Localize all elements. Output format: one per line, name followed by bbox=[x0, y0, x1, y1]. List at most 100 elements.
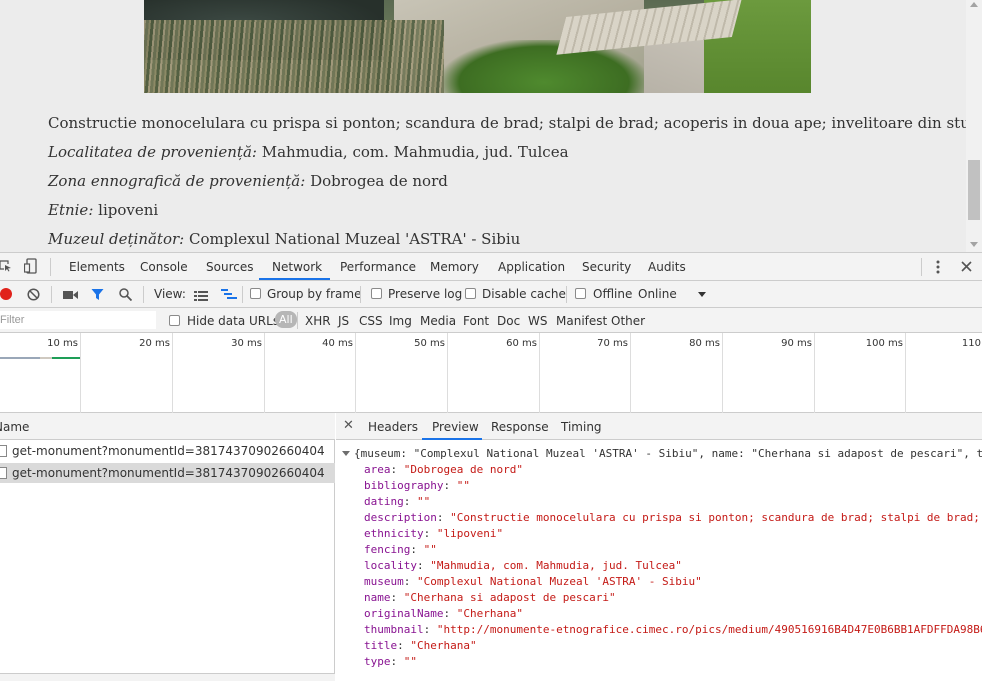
museum-line: Muzeul deținător: Complexul National Muz… bbox=[48, 230, 520, 248]
file-icon bbox=[0, 445, 7, 457]
json-colon: : bbox=[390, 655, 404, 668]
tab-sources[interactable]: Sources bbox=[206, 260, 253, 274]
json-colon: : bbox=[443, 479, 457, 492]
device-toolbar-icon[interactable] bbox=[23, 258, 38, 274]
json-property-row: type: "" bbox=[364, 655, 417, 668]
expand-triangle-icon[interactable] bbox=[342, 451, 350, 456]
json-colon: : bbox=[390, 463, 404, 476]
json-property-row: museum: "Complexul National Muzeal 'ASTR… bbox=[364, 575, 702, 588]
more-options-icon[interactable] bbox=[935, 260, 941, 274]
group-by-frame-checkbox[interactable] bbox=[250, 288, 261, 299]
inspect-element-icon[interactable] bbox=[0, 260, 12, 272]
filter-type-font[interactable]: Font bbox=[463, 314, 489, 328]
json-value: "" bbox=[456, 479, 470, 492]
disable-cache-label: Disable cache bbox=[482, 287, 566, 301]
filter-type-media[interactable]: Media bbox=[420, 314, 456, 328]
disable-cache-checkbox[interactable] bbox=[465, 288, 476, 299]
name-column-header[interactable]: Name bbox=[0, 420, 29, 434]
timeline-tick-label: 20 ms bbox=[139, 338, 170, 349]
filter-type-other[interactable]: Other bbox=[611, 314, 645, 328]
capture-screenshots-icon[interactable] bbox=[63, 289, 78, 299]
json-property-row: bibliography: "" bbox=[364, 479, 470, 492]
filter-type-all[interactable]: All bbox=[275, 311, 297, 328]
locality-value: Mahmudia, com. Mahmudia, jud. Tulcea bbox=[261, 143, 569, 161]
json-colon: : bbox=[410, 543, 424, 556]
json-property-row: locality: "Mahmudia, com. Mahmudia, jud.… bbox=[364, 559, 682, 572]
throttling-select[interactable]: Online bbox=[638, 287, 677, 301]
json-value: "Cherhana" bbox=[456, 607, 523, 620]
tab-performance[interactable]: Performance bbox=[340, 260, 416, 274]
record-icon[interactable] bbox=[0, 288, 12, 300]
json-value: "" bbox=[423, 543, 437, 556]
filter-type-js[interactable]: JS bbox=[338, 314, 349, 328]
large-rows-icon[interactable] bbox=[194, 290, 208, 301]
timeline-tick-label: 70 ms bbox=[597, 338, 628, 349]
filter-type-manifest[interactable]: Manifest bbox=[556, 314, 607, 328]
json-property-row: description: "Constructie monocelulara c… bbox=[364, 511, 980, 524]
close-devtools-icon[interactable] bbox=[961, 261, 972, 272]
json-object-summary[interactable]: {museum: "Complexul National Muzeal 'AST… bbox=[342, 447, 982, 460]
tab-security[interactable]: Security bbox=[582, 260, 631, 274]
zone-line: Zona ennografică de proveniență: Dobroge… bbox=[48, 172, 448, 190]
timeline-tick-label: 50 ms bbox=[414, 338, 445, 349]
timeline-tick-label: 40 ms bbox=[322, 338, 353, 349]
timeline-overview[interactable]: 10 ms 20 ms 30 ms 40 ms 50 ms 60 ms 70 m… bbox=[0, 333, 982, 413]
museum-label: Muzeul deținător: bbox=[48, 230, 185, 248]
filter-type-doc[interactable]: Doc bbox=[497, 314, 520, 328]
detail-tab-bar: ✕ Headers Preview Response Timing bbox=[336, 413, 982, 440]
json-value: "http://monumente-etnografice.cimec.ro/p… bbox=[436, 623, 982, 636]
filter-type-ws[interactable]: WS bbox=[528, 314, 547, 328]
request-detail-panel: ✕ Headers Preview Response Timing {museu… bbox=[336, 413, 982, 681]
json-colon: : bbox=[416, 559, 431, 572]
json-colon: : bbox=[423, 623, 437, 636]
preserve-log-checkbox[interactable] bbox=[371, 288, 382, 299]
filter-input[interactable] bbox=[0, 311, 156, 329]
tab-preview[interactable]: Preview bbox=[432, 420, 479, 434]
offline-label: Offline bbox=[593, 287, 633, 301]
json-key: thumbnail bbox=[364, 623, 424, 636]
requests-list-header[interactable]: Name bbox=[0, 413, 335, 440]
requests-list: Name get-monument?monumentId=38174370902… bbox=[0, 413, 335, 681]
json-colon: : bbox=[390, 591, 404, 604]
json-property-row: title: "Cherhana" bbox=[364, 639, 477, 652]
request-row[interactable]: get-monument?monumentId=3817437090266040… bbox=[0, 441, 335, 461]
tab-timing[interactable]: Timing bbox=[561, 420, 602, 434]
tab-response[interactable]: Response bbox=[491, 420, 549, 434]
filter-type-xhr[interactable]: XHR bbox=[305, 314, 331, 328]
json-value: "" bbox=[417, 495, 431, 508]
scrollbar-thumb[interactable] bbox=[968, 160, 980, 220]
hide-data-urls-checkbox[interactable] bbox=[169, 315, 180, 326]
json-key: fencing bbox=[364, 543, 411, 556]
locality-line: Localitatea de proveniență: Mahmudia, co… bbox=[48, 143, 569, 161]
page-scrollbar[interactable] bbox=[966, 0, 982, 252]
tab-application[interactable]: Application bbox=[498, 260, 565, 274]
clear-icon[interactable] bbox=[27, 288, 40, 301]
timeline-tick-label: 100 ms bbox=[865, 338, 903, 349]
preserve-log-label: Preserve log bbox=[388, 287, 463, 301]
scroll-up-arrow-icon[interactable] bbox=[970, 2, 978, 7]
filter-icon[interactable] bbox=[91, 288, 104, 301]
ethnicity-value: lipoveni bbox=[98, 201, 159, 219]
offline-checkbox[interactable] bbox=[575, 288, 586, 299]
scroll-down-arrow-icon[interactable] bbox=[970, 242, 978, 247]
filter-type-img[interactable]: Img bbox=[389, 314, 412, 328]
file-icon bbox=[0, 467, 7, 479]
requests-status-bar bbox=[0, 673, 335, 681]
close-detail-icon[interactable]: ✕ bbox=[343, 418, 354, 433]
tab-elements[interactable]: Elements bbox=[69, 260, 125, 274]
request-name: get-monument?monumentId=3817437090266040… bbox=[12, 444, 325, 458]
tab-headers[interactable]: Headers bbox=[368, 420, 418, 434]
tab-audits[interactable]: Audits bbox=[648, 260, 686, 274]
network-toolbar: View: Group by frame Preserve log Disabl… bbox=[0, 281, 982, 308]
json-colon: : bbox=[403, 575, 417, 588]
devtools-panel: Elements Console Sources Network Perform… bbox=[0, 252, 982, 681]
monument-description: Constructie monocelulara cu prispa si po… bbox=[48, 114, 976, 132]
tab-console[interactable]: Console bbox=[140, 260, 188, 274]
waterfall-view-icon[interactable] bbox=[221, 289, 237, 301]
tab-memory[interactable]: Memory bbox=[430, 260, 479, 274]
request-row-selected[interactable]: get-monument?monumentId=3817437090266040… bbox=[0, 463, 335, 483]
filter-type-css[interactable]: CSS bbox=[359, 314, 383, 328]
chevron-down-icon[interactable] bbox=[698, 292, 706, 297]
search-icon[interactable] bbox=[119, 288, 133, 302]
tab-network[interactable]: Network bbox=[272, 260, 322, 274]
